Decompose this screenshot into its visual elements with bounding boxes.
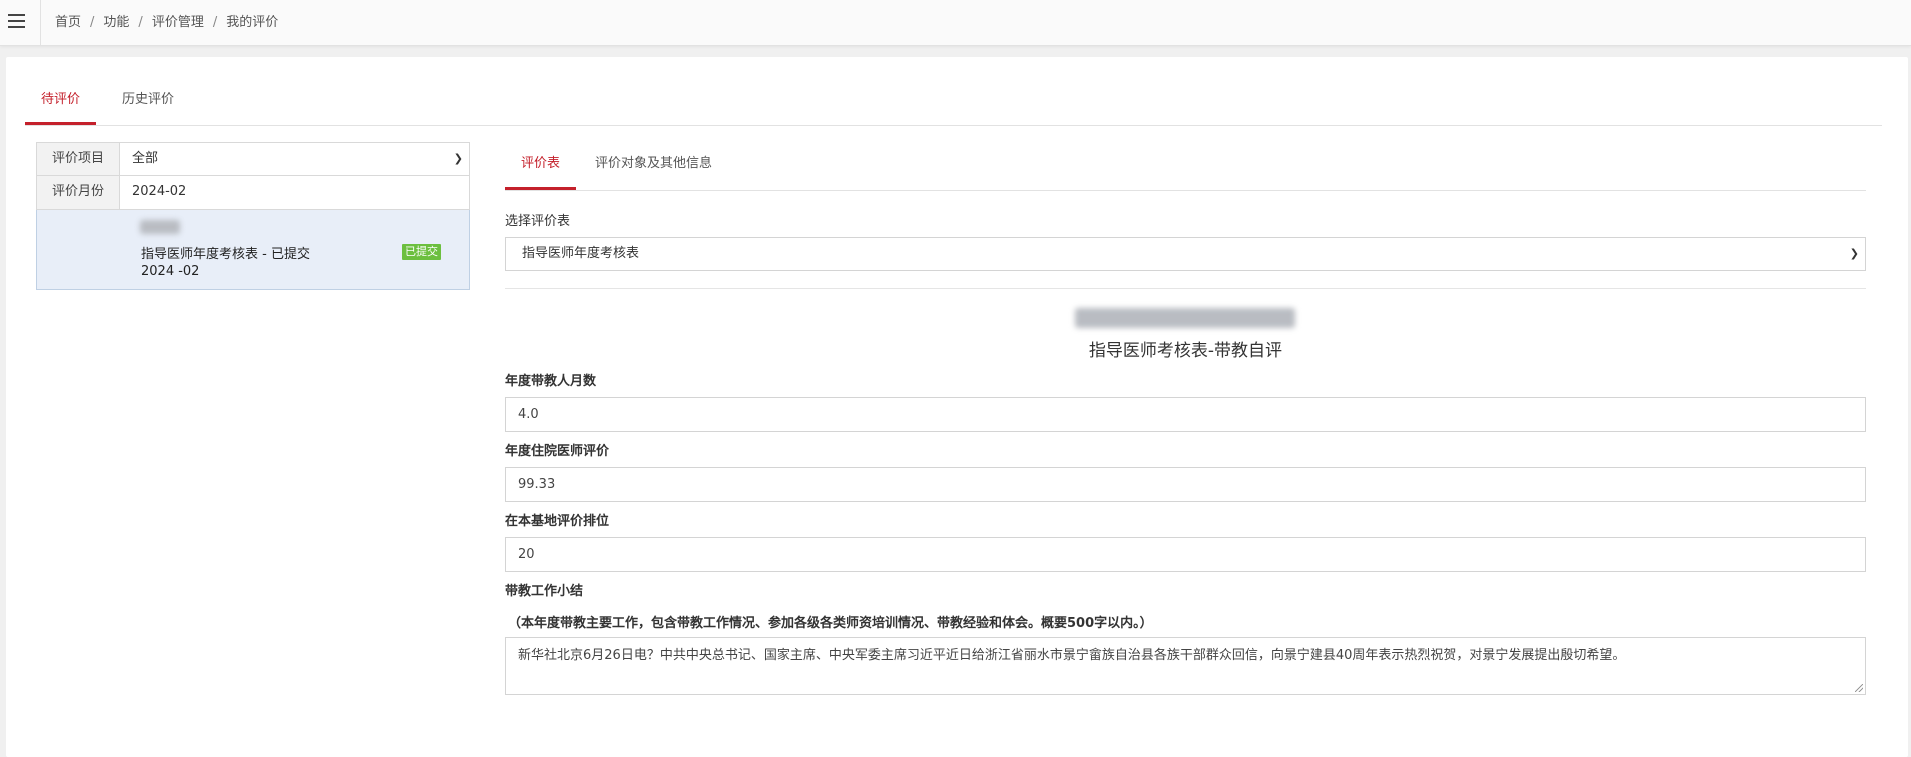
top-tabs: 待评价 历史评价	[25, 79, 1882, 126]
field-label-resident-evaluation: 年度住院医师评价	[505, 444, 610, 459]
project-filter-label: 评价项目	[37, 143, 120, 175]
breadcrumb-evaluation-management[interactable]: 评价管理	[152, 15, 204, 30]
top-bar: 首页 / 功能 / 评价管理 / 我的评价	[0, 0, 1911, 46]
list-item-title: 指导医师年度考核表 - 已提交	[141, 247, 310, 262]
teaching-summary-textarea[interactable]: 新华社北京6月26日电？中共中央总书记、国家主席、中央军委主席习近平近日给浙江省…	[505, 637, 1866, 695]
redacted-name	[140, 220, 180, 234]
month-input[interactable]: 2024-02	[120, 176, 469, 209]
field-label-base-ranking: 在本基地评价排位	[505, 514, 610, 529]
chevron-down-icon: ❯	[453, 152, 463, 165]
list-item[interactable]: 指导医师年度考核表 - 已提交 2024 -02 已提交	[36, 210, 470, 290]
project-filter-row: 评价项目 全部 ❯	[36, 142, 470, 176]
teaching-summary-text: 新华社北京6月26日电？中共中央总书记、国家主席、中央军委主席习近平近日给浙江省…	[518, 648, 1626, 663]
annual-teaching-months-input[interactable]: 4.0	[505, 397, 1866, 432]
form-select-label: 选择评价表	[505, 214, 571, 229]
field-label-annual-teaching-months: 年度带教人月数	[505, 374, 597, 389]
tab-evaluation-target-info[interactable]: 评价对象及其他信息	[579, 142, 728, 190]
tab-evaluation-form[interactable]: 评价表	[505, 142, 577, 190]
resize-handle-icon[interactable]	[1855, 684, 1863, 692]
breadcrumb-home[interactable]: 首页	[55, 15, 81, 30]
base-ranking-input[interactable]: 20	[505, 537, 1866, 572]
menu-icon[interactable]	[8, 14, 25, 29]
sub-tabs: 评价表 评价对象及其他信息	[505, 142, 1866, 191]
month-filter-label: 评价月份	[37, 176, 120, 209]
resident-evaluation-input[interactable]: 99.33	[505, 467, 1866, 502]
summary-hint: （本年度带教主要工作，包含带教工作情况、参加各级各类师资培训情况、带教经验和体会…	[508, 616, 1153, 631]
breadcrumb-functions[interactable]: 功能	[103, 15, 129, 30]
form-title: 指导医师考核表-带教自评	[1088, 341, 1283, 361]
month-filter-row: 评价月份 2024-02	[36, 176, 470, 210]
chevron-down-icon: ❯	[1849, 247, 1859, 260]
list-item-month: 2024 -02	[141, 264, 200, 279]
tab-pending-evaluation[interactable]: 待评价	[25, 79, 97, 125]
form-select[interactable]: 指导医师年度考核表 ❯	[505, 237, 1866, 271]
filter-panel: 评价项目 全部 ❯ 评价月份 2024-02 指导医师年度考核表 - 已提交 2…	[36, 142, 470, 290]
project-select[interactable]: 全部 ❯	[120, 143, 469, 175]
field-label-teaching-summary: 带教工作小结	[505, 584, 584, 599]
redacted-institution	[1075, 308, 1295, 328]
breadcrumb-my-evaluation: 我的评价	[226, 15, 279, 30]
form-select-value: 指导医师年度考核表	[522, 246, 640, 261]
status-badge: 已提交	[402, 244, 441, 260]
tab-history-evaluation[interactable]: 历史评价	[106, 79, 190, 125]
project-select-value: 全部	[132, 151, 159, 166]
divider	[505, 288, 1866, 289]
breadcrumb: 首页 / 功能 / 评价管理 / 我的评价	[40, 0, 278, 45]
